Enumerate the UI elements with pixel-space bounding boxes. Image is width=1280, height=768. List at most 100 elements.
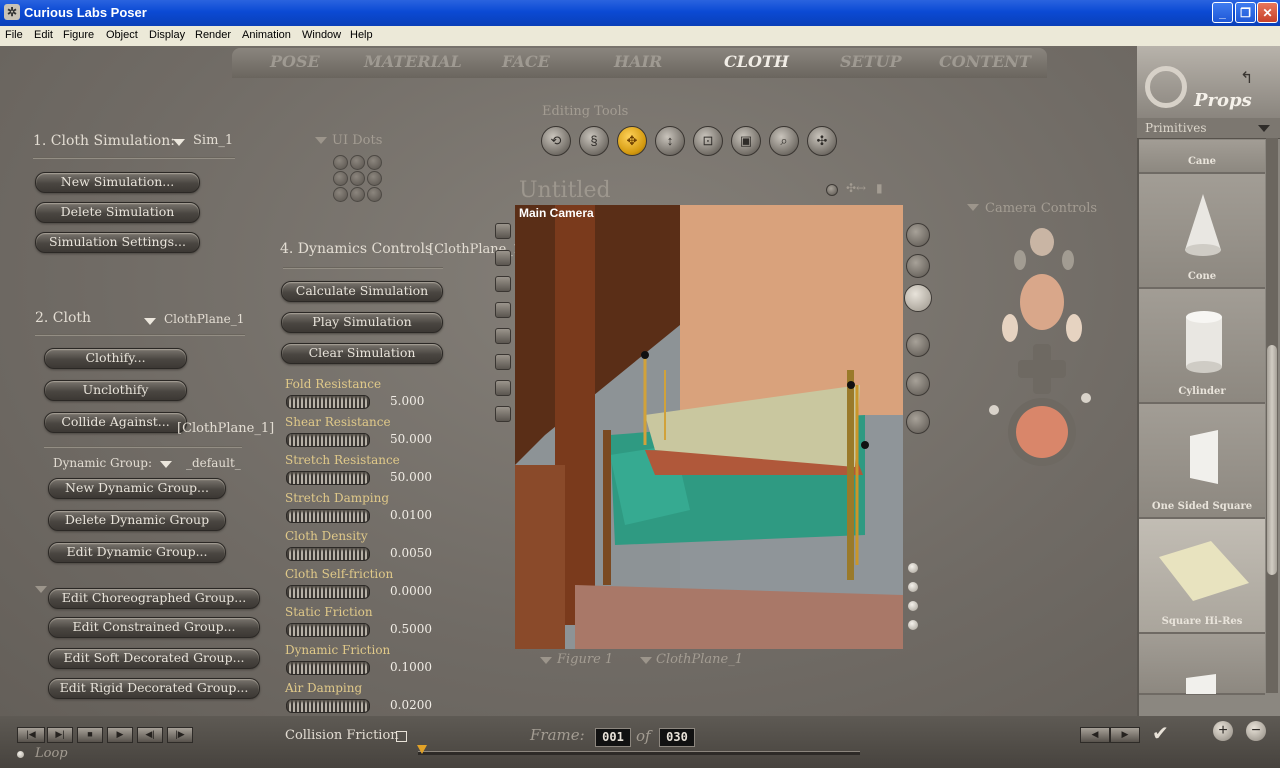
close-button[interactable]: ✕ xyxy=(1257,2,1278,23)
shear-resistance-value[interactable]: 50.000 xyxy=(390,432,432,446)
edit-rigid-decorated-group-button[interactable]: Edit Rigid Decorated Group... xyxy=(48,678,260,699)
ui-dot[interactable] xyxy=(367,187,382,202)
remove-from-library-icon[interactable]: − xyxy=(1246,721,1266,741)
display-style-icon[interactable] xyxy=(906,223,930,247)
timeline-playhead[interactable] xyxy=(417,745,427,754)
library-item-cone[interactable]: Cone xyxy=(1139,174,1265,289)
camera-controls-menu-arrow[interactable] xyxy=(967,204,979,211)
new-simulation-button[interactable]: New Simulation... xyxy=(35,172,200,193)
3d-viewport[interactable] xyxy=(515,205,903,649)
cloth-object-name[interactable]: ClothPlane_1 xyxy=(164,312,244,326)
play-simulation-button[interactable]: Play Simulation xyxy=(281,312,443,333)
light-dot-icon[interactable] xyxy=(908,601,918,611)
light-dot-icon[interactable] xyxy=(908,620,918,630)
ui-dots-menu-arrow[interactable] xyxy=(315,137,327,144)
menu-render[interactable]: Render xyxy=(195,29,231,41)
viewport-side-button[interactable] xyxy=(495,276,511,292)
simulation-name[interactable]: Sim_1 xyxy=(193,133,233,148)
air-damping-dial[interactable] xyxy=(286,699,370,713)
dynamic-group-menu-arrow[interactable] xyxy=(160,461,172,468)
calculate-simulation-button[interactable]: Calculate Simulation xyxy=(281,281,443,302)
add-to-library-icon[interactable]: + xyxy=(1213,721,1233,741)
ui-dot[interactable] xyxy=(350,155,365,170)
collide-against-button[interactable]: Collide Against... xyxy=(44,412,187,433)
dynamic-friction-dial[interactable] xyxy=(286,661,370,675)
stretch-resistance-dial[interactable] xyxy=(286,471,370,485)
stretch-resistance-value[interactable]: 50.000 xyxy=(390,470,432,484)
ui-dot[interactable] xyxy=(333,155,348,170)
minimize-button[interactable]: _ xyxy=(1212,2,1233,23)
display-style-menu-arrow[interactable] xyxy=(35,586,47,593)
stretch-damping-value[interactable]: 0.0100 xyxy=(390,508,432,522)
viewport-side-button[interactable] xyxy=(495,380,511,396)
ui-dot[interactable] xyxy=(333,187,348,202)
tab-material[interactable]: MATERIAL xyxy=(364,52,462,71)
delete-simulation-button[interactable]: Delete Simulation xyxy=(35,202,200,223)
cloth-self-friction-value[interactable]: 0.0000 xyxy=(390,584,432,598)
go-to-start-icon[interactable]: |◀ xyxy=(17,727,45,743)
display-style-icon[interactable] xyxy=(906,254,930,278)
library-item-cane[interactable]: Cane xyxy=(1139,140,1265,174)
display-style-icon[interactable] xyxy=(906,410,930,434)
ui-dot[interactable] xyxy=(367,155,382,170)
move-icon[interactable]: ✣↔ xyxy=(846,181,866,195)
viewport-side-button[interactable] xyxy=(495,250,511,266)
stop-icon[interactable]: ■ xyxy=(77,727,103,743)
menu-file[interactable]: File xyxy=(5,29,23,41)
ui-dot[interactable] xyxy=(350,171,365,186)
static-friction-value[interactable]: 0.5000 xyxy=(390,622,432,636)
clothify-button[interactable]: Clothify... xyxy=(44,348,187,369)
simulation-menu-arrow[interactable] xyxy=(173,139,185,146)
stretch-damping-dial[interactable] xyxy=(286,509,370,523)
library-item-one-sided-square[interactable]: One Sided Square xyxy=(1139,404,1265,519)
viewport-side-button[interactable] xyxy=(495,302,511,318)
simulation-settings-button[interactable]: Simulation Settings... xyxy=(35,232,200,253)
static-friction-dial[interactable] xyxy=(286,623,370,637)
clear-simulation-button[interactable]: Clear Simulation xyxy=(281,343,443,364)
delete-dynamic-group-button[interactable]: Delete Dynamic Group xyxy=(48,510,226,531)
menu-figure[interactable]: Figure xyxy=(63,29,94,41)
viewport-side-button[interactable] xyxy=(495,328,511,344)
edit-dynamic-group-button[interactable]: Edit Dynamic Group... xyxy=(48,542,226,563)
tab-setup[interactable]: SETUP xyxy=(840,52,902,71)
viewport-side-button[interactable] xyxy=(495,223,511,239)
category-menu-arrow[interactable] xyxy=(1258,125,1270,132)
viewport-side-button[interactable] xyxy=(495,406,511,422)
library-item-partial[interactable] xyxy=(1139,634,1265,695)
return-arrow-icon[interactable]: ↰ xyxy=(1240,68,1253,88)
menu-edit[interactable]: Edit xyxy=(34,29,53,41)
ui-dot[interactable] xyxy=(333,171,348,186)
shear-resistance-dial[interactable] xyxy=(286,433,370,447)
figure-menu[interactable]: Figure 1 xyxy=(557,652,613,667)
cloth-density-value[interactable]: 0.0050 xyxy=(390,546,432,560)
scroll-left-icon[interactable]: ◀ xyxy=(1080,727,1110,743)
tab-pose[interactable]: POSE xyxy=(270,52,320,71)
render-style-icon[interactable] xyxy=(826,184,838,196)
edit-choreographed-group-button[interactable]: Edit Choreographed Group... xyxy=(48,588,260,609)
tab-face[interactable]: FACE xyxy=(502,52,550,71)
ui-dot[interactable] xyxy=(350,187,365,202)
dynamic-group-value[interactable]: _default_ xyxy=(186,456,241,470)
apply-checkmark-icon[interactable]: ✔ xyxy=(1152,721,1169,746)
display-style-icon[interactable] xyxy=(904,284,932,312)
translate-icon[interactable]: ✥ xyxy=(617,126,647,156)
viewport-side-button[interactable] xyxy=(495,354,511,370)
edit-constrained-group-button[interactable]: Edit Constrained Group... xyxy=(48,617,260,638)
menu-display[interactable]: Display xyxy=(149,29,185,41)
direct-manipulation-icon[interactable]: ✣ xyxy=(807,126,837,156)
next-key-icon[interactable]: |▶ xyxy=(167,727,193,743)
camera-controls-widget[interactable] xyxy=(980,222,1110,472)
new-dynamic-group-button[interactable]: New Dynamic Group... xyxy=(48,478,226,499)
cloth-self-friction-dial[interactable] xyxy=(286,585,370,599)
dynamic-friction-value[interactable]: 0.1000 xyxy=(390,660,432,674)
element-menu[interactable]: ClothPlane_1 xyxy=(656,652,743,667)
cloth-object-menu-arrow[interactable] xyxy=(144,318,156,325)
fold-resistance-value[interactable]: 5.000 xyxy=(390,394,424,408)
taper-icon[interactable]: ▣ xyxy=(731,126,761,156)
menu-help[interactable]: Help xyxy=(350,29,373,41)
collision-friction-checkbox[interactable] xyxy=(396,731,407,742)
loop-toggle-icon[interactable] xyxy=(17,751,24,758)
library-item-cylinder[interactable]: Cylinder xyxy=(1139,289,1265,404)
category-name[interactable]: Primitives xyxy=(1145,121,1207,135)
light-dot-icon[interactable] xyxy=(908,582,918,592)
